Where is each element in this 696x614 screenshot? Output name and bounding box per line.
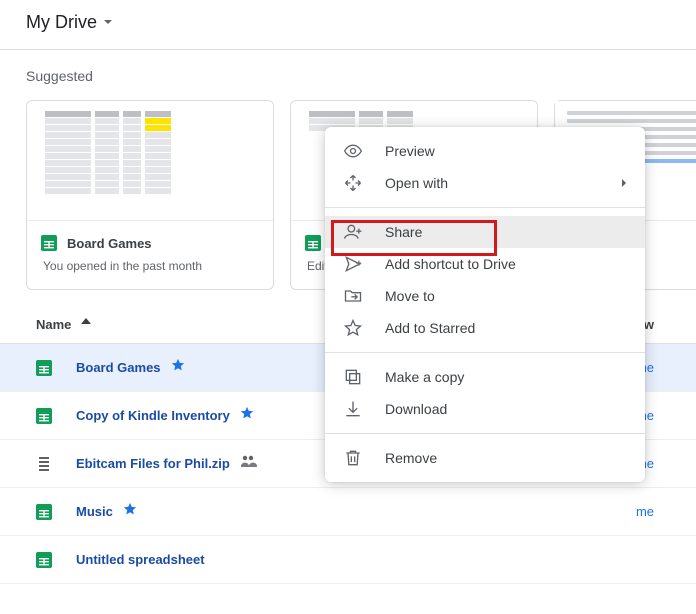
- menu-separator: [325, 352, 645, 353]
- sheets-icon: [41, 235, 57, 251]
- person-add-icon: [343, 222, 363, 242]
- folder-move-icon: [343, 286, 363, 306]
- card-preview: [27, 101, 273, 221]
- menu-download[interactable]: Download: [325, 393, 645, 425]
- menu-label: Share: [385, 224, 422, 240]
- menu-label: Remove: [385, 450, 437, 466]
- menu-label: Preview: [385, 143, 435, 159]
- menu-share[interactable]: Share: [325, 216, 645, 248]
- file-name: Untitled spreadsheet: [76, 552, 205, 567]
- menu-preview[interactable]: Preview: [325, 135, 645, 167]
- suggested-heading: Suggested: [0, 50, 696, 86]
- menu-label: Add shortcut to Drive: [385, 256, 516, 272]
- download-icon: [343, 399, 363, 419]
- file-row[interactable]: Untitled spreadsheet: [0, 536, 696, 584]
- zip-icon: [36, 456, 54, 472]
- menu-move-to[interactable]: Move to: [325, 280, 645, 312]
- caret-down-icon: [103, 14, 113, 32]
- context-menu: Preview Open with Share Add shortcut to …: [325, 127, 645, 482]
- file-owner: me: [636, 504, 660, 519]
- file-name: Ebitcam Files for Phil.zip: [76, 456, 230, 471]
- sheets-icon: [305, 235, 321, 251]
- card-subtitle: You opened in the past month: [43, 259, 259, 273]
- shortcut-icon: [343, 254, 363, 274]
- menu-label: Move to: [385, 288, 435, 304]
- menu-label: Download: [385, 401, 447, 417]
- column-name[interactable]: Name: [36, 316, 93, 333]
- sheets-icon: [36, 504, 54, 520]
- file-row[interactable]: Music me: [0, 488, 696, 536]
- file-name: Board Games: [76, 360, 161, 375]
- open-with-icon: [343, 173, 363, 193]
- suggested-card[interactable]: Board Games You opened in the past month: [26, 100, 274, 290]
- menu-add-shortcut[interactable]: Add shortcut to Drive: [325, 248, 645, 280]
- file-name: Copy of Kindle Inventory: [76, 408, 230, 423]
- eye-icon: [343, 141, 363, 161]
- card-title: Board Games: [67, 236, 152, 251]
- menu-separator: [325, 433, 645, 434]
- menu-make-copy[interactable]: Make a copy: [325, 361, 645, 393]
- star-icon: [240, 406, 254, 425]
- star-icon: [171, 358, 185, 377]
- menu-label: Make a copy: [385, 369, 464, 385]
- shared-icon: [240, 454, 258, 473]
- menu-remove[interactable]: Remove: [325, 442, 645, 474]
- menu-add-starred[interactable]: Add to Starred: [325, 312, 645, 344]
- chevron-right-icon: [619, 175, 629, 191]
- trash-icon: [343, 448, 363, 468]
- sheets-icon: [36, 360, 54, 376]
- breadcrumb-title: My Drive: [26, 12, 97, 33]
- menu-label: Open with: [385, 175, 448, 191]
- breadcrumb[interactable]: My Drive: [0, 0, 696, 41]
- menu-separator: [325, 207, 645, 208]
- arrow-up-icon: [79, 316, 93, 333]
- file-name: Music: [76, 504, 113, 519]
- sheets-icon: [36, 552, 54, 568]
- star-icon: [123, 502, 137, 521]
- column-name-label: Name: [36, 317, 71, 332]
- menu-label: Add to Starred: [385, 320, 475, 336]
- sheets-icon: [36, 408, 54, 424]
- copy-icon: [343, 367, 363, 387]
- star-outline-icon: [343, 318, 363, 338]
- menu-open-with[interactable]: Open with: [325, 167, 645, 199]
